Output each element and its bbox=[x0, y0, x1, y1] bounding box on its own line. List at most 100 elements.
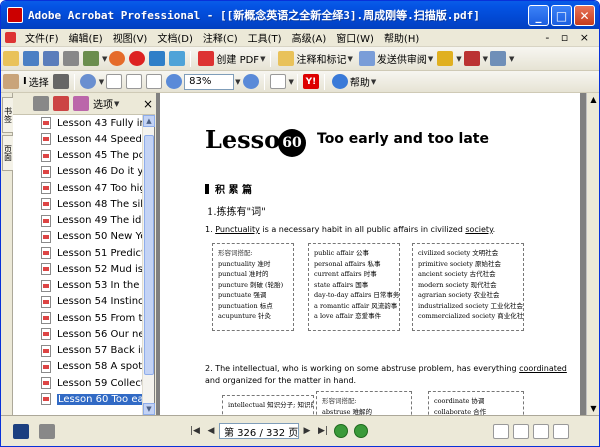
minimize-button[interactable]: _ bbox=[528, 5, 549, 26]
scroll-up-arrow[interactable]: ▲ bbox=[587, 93, 599, 106]
bookmark-item[interactable]: Lesson 43 Fully inur bbox=[13, 115, 143, 131]
bookmark-item[interactable]: Lesson 46 Do it you bbox=[13, 164, 143, 180]
print-icon[interactable] bbox=[63, 51, 79, 66]
help-button[interactable]: 帮助 ▼ bbox=[328, 72, 378, 92]
title-bar[interactable]: Adobe Acrobat Professional - [[新概念英语之全新全… bbox=[1, 1, 599, 29]
tab-pages[interactable]: 页面 bbox=[2, 135, 13, 171]
zoom-level-input[interactable]: 83% bbox=[184, 73, 235, 90]
chevron-down-icon[interactable]: ▼ bbox=[289, 78, 294, 86]
sign-pen-icon[interactable] bbox=[463, 51, 480, 66]
document-window-controls[interactable]: - ▫ × bbox=[545, 31, 599, 44]
bookmark-item[interactable]: Lesson 60 Too earl bbox=[13, 391, 143, 407]
delete-bookmark-icon[interactable] bbox=[33, 96, 49, 111]
organizer-icon[interactable] bbox=[23, 51, 39, 66]
bookmark-item[interactable]: Lesson 58 A spot o bbox=[13, 359, 143, 375]
chevron-down-icon[interactable]: ▼ bbox=[99, 78, 104, 86]
bookmark-item[interactable]: Lesson 57 Back in t bbox=[13, 343, 143, 359]
page-number-field[interactable]: 第 326 / 332 页 bbox=[219, 423, 299, 439]
search-icon[interactable] bbox=[169, 51, 186, 66]
bookmark-item[interactable]: Lesson 53 In the pu bbox=[13, 278, 143, 294]
attach-icon[interactable] bbox=[109, 51, 126, 66]
scroll-up-arrow[interactable]: ▲ bbox=[143, 115, 155, 127]
menu-edit[interactable]: 编辑(E) bbox=[64, 29, 108, 47]
document-menu-icon[interactable] bbox=[5, 32, 16, 43]
tab-bookmarks[interactable]: 书签 bbox=[2, 97, 13, 133]
send-review-button[interactable]: 发送供审阅 ▼ bbox=[355, 49, 435, 69]
continuous-page-icon[interactable] bbox=[513, 423, 529, 439]
open-folder-icon[interactable] bbox=[3, 51, 19, 66]
forms-icon[interactable] bbox=[490, 51, 507, 66]
bookmark-page-icon bbox=[41, 247, 51, 260]
options-button[interactable]: 选项 ▼ bbox=[91, 94, 121, 114]
bookmark-item[interactable]: Lesson 49 The idea bbox=[13, 213, 143, 229]
bookmark-item[interactable]: Lesson 47 Too high bbox=[13, 180, 143, 196]
acrobat-app-icon[interactable] bbox=[7, 7, 23, 23]
bookmark-item[interactable]: Lesson 56 Our neig bbox=[13, 326, 143, 342]
zoom-out-icon[interactable] bbox=[166, 74, 183, 89]
continuous-layout-icon[interactable] bbox=[39, 423, 55, 439]
bookmark-item[interactable]: Lesson 55 From the bbox=[13, 310, 143, 326]
menu-view[interactable]: 视图(V) bbox=[108, 29, 153, 47]
previous-view-icon[interactable] bbox=[334, 424, 348, 438]
chevron-down-icon[interactable]: ▼ bbox=[102, 55, 107, 63]
facing-page-icon[interactable] bbox=[533, 423, 549, 439]
zoom-in-icon[interactable] bbox=[242, 74, 259, 89]
chevron-down-icon[interactable]: ▼ bbox=[483, 55, 488, 63]
bookmark-item[interactable]: Lesson 48 The silen bbox=[13, 196, 143, 212]
zoom-in-tool-icon[interactable] bbox=[79, 74, 96, 89]
next-view-icon[interactable] bbox=[354, 424, 368, 438]
menu-window[interactable]: 窗口(W) bbox=[331, 29, 379, 47]
rotate-view-icon[interactable] bbox=[269, 74, 286, 89]
bookmark-item[interactable]: Lesson 52 Mud is m bbox=[13, 261, 143, 277]
expand-bookmark-icon[interactable] bbox=[73, 96, 89, 111]
chevron-down-icon[interactable]: ▼ bbox=[509, 55, 514, 63]
bookmark-item[interactable]: Lesson 50 New Yea bbox=[13, 229, 143, 245]
close-panel-button[interactable]: × bbox=[141, 94, 155, 114]
chevron-down-icon[interactable]: ▼ bbox=[235, 78, 240, 86]
previous-page-button[interactable]: ◀ bbox=[203, 423, 219, 439]
menu-comments[interactable]: 注释(C) bbox=[198, 29, 243, 47]
close-button[interactable]: ✕ bbox=[574, 5, 595, 26]
snapshot-icon[interactable] bbox=[52, 74, 69, 89]
bookmark-item[interactable]: Lesson 45 The pow bbox=[13, 148, 143, 164]
create-pdf-label: 创建 PDF bbox=[216, 55, 260, 66]
hand-tool-icon[interactable] bbox=[3, 74, 19, 89]
yahoo-icon[interactable]: Y! bbox=[302, 74, 319, 89]
fit-page-icon[interactable] bbox=[126, 74, 143, 89]
next-page-button[interactable]: ▶ bbox=[299, 423, 315, 439]
scroll-down-arrow[interactable]: ▼ bbox=[587, 402, 599, 415]
menu-file[interactable]: 文件(F) bbox=[20, 29, 64, 47]
maximize-button[interactable]: □ bbox=[551, 5, 572, 26]
email-icon[interactable] bbox=[149, 51, 166, 66]
comment-markup-button[interactable]: 注释和标记 ▼ bbox=[274, 49, 354, 69]
first-page-button[interactable]: |◀ bbox=[187, 423, 203, 439]
bookmark-item[interactable]: Lesson 54 Instinct c bbox=[13, 294, 143, 310]
page-layout-icon[interactable] bbox=[13, 423, 29, 439]
actual-size-icon[interactable] bbox=[106, 74, 123, 89]
document-scrollbar[interactable]: ▲ ▼ bbox=[586, 93, 599, 415]
new-bookmark-icon[interactable] bbox=[53, 96, 69, 111]
vocab-line: intellectual 知识分子; 知识的 bbox=[228, 401, 314, 409]
bookmark-item[interactable]: Lesson 59 Collectin bbox=[13, 375, 143, 391]
menu-advanced[interactable]: 高级(A) bbox=[287, 29, 332, 47]
continuous-facing-icon[interactable] bbox=[553, 423, 569, 439]
single-page-icon[interactable] bbox=[493, 423, 509, 439]
secure-lock-icon[interactable] bbox=[437, 51, 454, 66]
fit-width-icon[interactable] bbox=[146, 74, 163, 89]
chevron-down-icon[interactable]: ▼ bbox=[456, 55, 461, 63]
menu-help[interactable]: 帮助(H) bbox=[379, 29, 424, 47]
bookmark-label: Lesson 47 Too high bbox=[57, 182, 143, 194]
create-pdf-button[interactable]: 创建 PDF ▼ bbox=[194, 49, 267, 69]
scroll-down-arrow[interactable]: ▼ bbox=[143, 403, 155, 415]
bookmarks-scrollbar[interactable]: ▲ ▼ bbox=[142, 115, 155, 415]
scroll-thumb[interactable] bbox=[144, 135, 154, 375]
last-page-button[interactable]: ▶| bbox=[315, 423, 331, 439]
send-icon[interactable] bbox=[83, 51, 99, 66]
menu-tools[interactable]: 工具(T) bbox=[243, 29, 287, 47]
bookmark-item[interactable]: Lesson 44 Speed an bbox=[13, 131, 143, 147]
select-tool-button[interactable]: I 选择 bbox=[21, 72, 51, 92]
menu-document[interactable]: 文档(D) bbox=[152, 29, 198, 47]
bookmark-item[interactable]: Lesson 51 Predictin bbox=[13, 245, 143, 261]
save-icon[interactable] bbox=[43, 51, 59, 66]
stop-icon[interactable] bbox=[129, 51, 146, 66]
